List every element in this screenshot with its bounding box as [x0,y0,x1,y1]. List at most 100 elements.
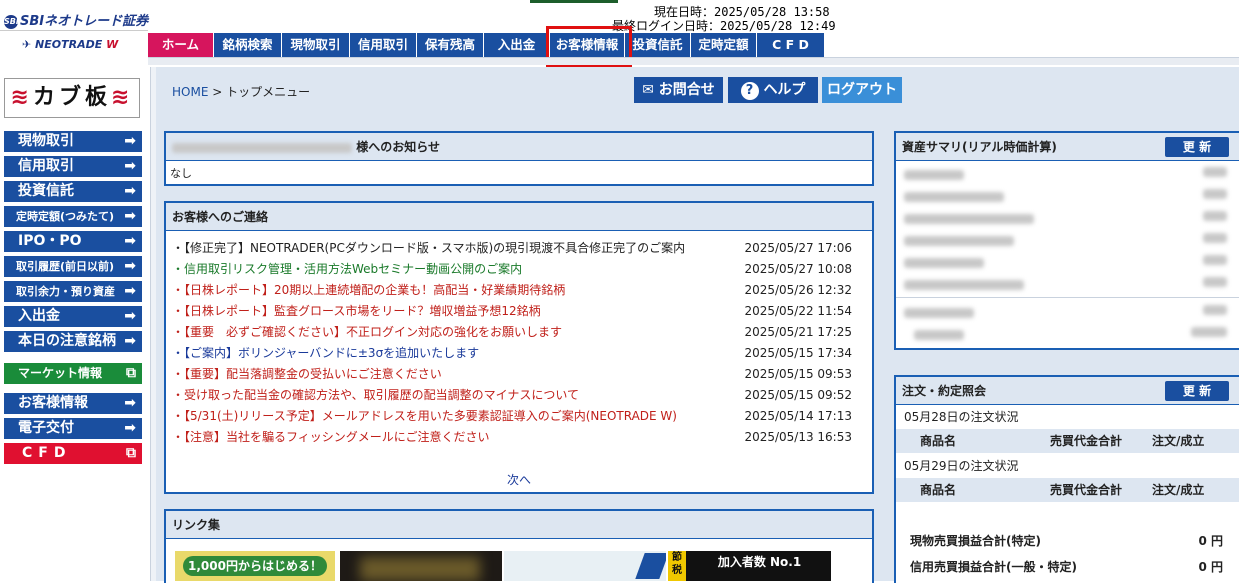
notice-body: なし [170,167,192,180]
side-customer-info[interactable]: お客様情報 ➡ [4,393,142,414]
logout-button[interactable]: ログアウト [822,77,902,103]
side-regular-fixed[interactable]: 定時定額(つみたて) ➡ [4,206,142,227]
order-table-header: 商品名 売買代金合計 注文/成立 [896,429,1239,453]
blurred-value [1203,277,1227,287]
news-item[interactable]: ・受け取った配当金の確認方法や、取引履歴の配当調整のマイナスについて 2025/0… [172,385,852,406]
side-investment-trust[interactable]: 投資信託 ➡ [4,181,142,202]
side-margin-trading[interactable]: 信用取引 ➡ [4,156,142,177]
notice-panel-title: 様へのお知らせ [356,140,440,154]
asset-row-blurred [904,327,1231,341]
nav-regular-fixed[interactable]: 定時定額 [691,33,757,57]
mail-icon: ✉ [642,82,654,98]
news-date: 2025/05/14 17:13 [744,409,852,423]
nav-deposit-withdrawal[interactable]: 入出金 [484,33,550,57]
banner-sparkle-image [360,557,480,581]
sbi-logo[interactable]: SBISBIネオトレード証券 [4,10,148,29]
link-banner-1[interactable]: 1,000円からはじめる！ [175,551,335,581]
banner-logo-shape [635,553,666,579]
arrow-right-icon: ➡ [124,333,136,349]
breadcrumb-home-link[interactable]: HOME [172,85,208,99]
nav-margin-trading[interactable]: 信用取引 [350,33,417,57]
side-trade-history[interactable]: 取引履歴(前日以前) ➡ [4,256,142,277]
asset-row-blurred [904,277,1231,291]
arrow-right-icon: ➡ [124,395,136,411]
nav-investment-trust[interactable]: 投資信託 [625,33,691,57]
side-spot-trading-label: 現物取引 [18,133,74,149]
side-cfd[interactable]: CFD ⧉ [4,443,142,464]
side-market-info[interactable]: マーケット情報 ⧉ [4,363,142,384]
news-title[interactable]: ・【ご案内】ボリンジャーバンドに±3σを追加いたします [172,343,732,364]
blurred-label [904,235,1014,246]
banner-4-tag-b: 税 [672,565,682,576]
order-day-2: 05月29日の注文状況 [904,459,1019,473]
link-banner-2[interactable] [340,551,502,581]
banner-4-tag: 節税 [668,551,686,581]
nav-home[interactable]: ホーム [148,33,214,57]
asset-row-blurred [904,167,1231,181]
top-accent-line [530,0,618,3]
news-title[interactable]: ・受け取った配当金の確認方法や、取引履歴の配当調整のマイナスについて [172,385,732,406]
banner-4-text: 加入者数 No.1 [717,555,802,569]
news-date: 2025/05/26 12:32 [744,283,852,297]
arrow-right-icon: ➡ [124,420,136,436]
notice-panel-header: 様へのお知らせ [166,133,872,161]
news-item[interactable]: ・【注意】当社を騙るフィッシングメールにご注意ください 2025/05/13 16… [172,427,852,448]
news-title[interactable]: ・【重要】配当落調整金の受払いにご注意ください [172,364,732,385]
news-title[interactable]: ・【注意】当社を騙るフィッシングメールにご注意ください [172,427,732,448]
side-spot-trading[interactable]: 現物取引 ➡ [4,131,142,152]
side-ipo-po[interactable]: IPO・PO ➡ [4,231,142,252]
news-item[interactable]: ・信用取引リスク管理・活用方法Webセミナー動画公開のご案内 2025/05/27… [172,259,852,280]
help-button[interactable]: ? ヘルプ [728,77,818,103]
nav-holdings[interactable]: 保有残高 [417,33,484,57]
asset-update-button[interactable]: 更 新 [1165,137,1229,157]
news-item[interactable]: ・【修正完了】NEOTRADER(PCダウンロード版・スマホ版)の現引現渡不具合… [172,238,852,259]
help-icon: ? [740,82,759,100]
link-banner-4[interactable]: 節税 加入者数 No.1 [668,551,831,581]
side-buying-power-label: 取引余力・預り資産 [16,285,115,298]
nav-cfd[interactable]: C F D [757,33,825,57]
asset-row-blurred [904,305,1231,319]
nav-bottom-strip [148,57,1239,65]
col-product-name: 商品名 [920,434,957,448]
global-nav: ホーム 銘柄検索 現物取引 信用取引 保有残高 入出金 お客様情報 投資信託 定… [148,33,825,57]
side-e-delivery[interactable]: 電子交付 ➡ [4,418,142,439]
neotrade-logo: ✈ NEOTRADE W [22,38,119,51]
banner-4-tag-a: 節 [672,552,682,563]
news-title[interactable]: ・【日株レポート】20期以上連続増配の企業も！高配当・好業績期待銘柄 [172,280,732,301]
contact-button[interactable]: ✉ お問合せ [634,77,723,103]
kabuita-deco-left: ≋ [10,85,33,110]
news-date: 2025/05/27 10:08 [744,262,852,276]
news-item[interactable]: ・【日株レポート】監査グロース市場をリード？増収増益予想12銘柄 2025/05/… [172,301,852,322]
news-item[interactable]: ・【5/31(土)リリース予定】メールアドレスを用いた多要素認証導入のご案内(N… [172,406,852,427]
news-title[interactable]: ・【重要 必ずご確認ください】不正ログイン対応の強化をお願いします [172,322,732,343]
news-item[interactable]: ・【重要 必ずご確認ください】不正ログイン対応の強化をお願いします 2025/05… [172,322,852,343]
news-title[interactable]: ・【修正完了】NEOTRADER(PCダウンロード版・スマホ版)の現引現渡不具合… [172,238,732,259]
news-item[interactable]: ・【ご案内】ボリンジャーバンドに±3σを追加いたします 2025/05/15 17… [172,343,852,364]
side-margin-trading-label: 信用取引 [18,158,74,174]
news-date: 2025/05/27 17:06 [744,241,852,255]
order-update-button[interactable]: 更 新 [1165,381,1229,401]
news-title[interactable]: ・【5/31(土)リリース予定】メールアドレスを用いた多要素認証導入のご案内(N… [172,406,732,427]
blurred-value [1203,305,1227,315]
link-banner-3[interactable] [504,551,666,581]
side-deposit-withdrawal[interactable]: 入出金 ➡ [4,306,142,327]
nav-stock-search[interactable]: 銘柄検索 [214,33,282,57]
nav-spot-trading[interactable]: 現物取引 [282,33,350,57]
news-title[interactable]: ・信用取引リスク管理・活用方法Webセミナー動画公開のご案内 [172,259,732,280]
news-item[interactable]: ・【重要】配当落調整金の受払いにご注意ください 2025/05/15 09:53 [172,364,852,385]
next-link[interactable]: 次へ [166,471,872,488]
side-buying-power[interactable]: 取引余力・預り資産 ➡ [4,281,142,302]
kabuita-banner[interactable]: ≋カブ板≋ [4,78,140,118]
news-item[interactable]: ・【日株レポート】20期以上連続増配の企業も！高配当・好業績期待銘柄 2025/0… [172,280,852,301]
asset-divider [896,297,1239,298]
order-table-header: 商品名 売買代金合計 注文/成立 [896,478,1239,502]
news-date: 2025/05/15 09:53 [744,367,852,381]
order-panel: 注文・約定照会更 新 05月28日の注文状況 商品名 売買代金合計 注文/成立 05… [894,375,1239,583]
asset-summary-title: 資産サマリ(リアル時価計算) [902,140,1057,154]
pl-margin-label: 信用売買損益合計(一般・特定) [910,560,1077,574]
last-login-datetime: 最終ログイン日時：2025/05/28 12:49 [612,19,836,33]
asset-row-blurred [904,255,1231,269]
news-title[interactable]: ・【日株レポート】監査グロース市場をリード？増収増益予想12銘柄 [172,301,732,322]
side-caution-stocks[interactable]: 本日の注意銘柄 ➡ [4,331,142,352]
blurred-value [1203,211,1227,221]
